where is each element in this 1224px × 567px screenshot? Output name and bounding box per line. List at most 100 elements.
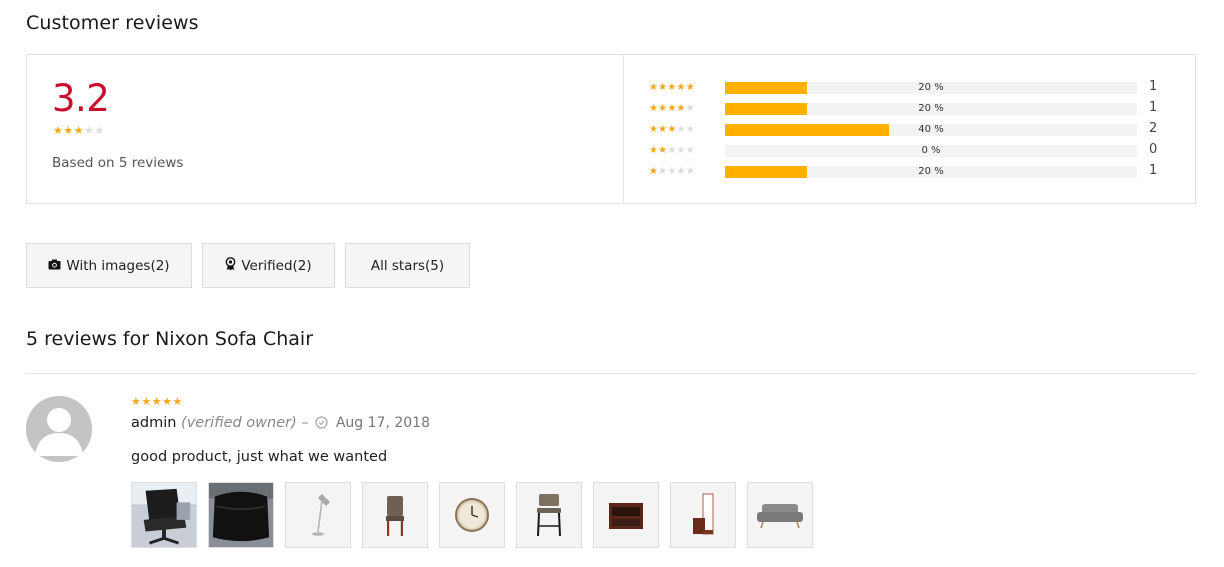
star-filled-icon: ★ <box>141 395 152 408</box>
review-image-thumb[interactable] <box>362 482 428 548</box>
star-empty-icon: ★ <box>667 166 677 177</box>
star-filled-icon: ★ <box>685 82 695 93</box>
rating-percent-label: 20 % <box>918 82 944 93</box>
customer-reviews-title: Customer reviews <box>26 12 199 34</box>
rating-distribution-panel: ★★★★★ 20 % 1 ★★★★★ 20 % 1 ★★★★★ 40 % 2 ★★★★★ 0 % 0 ★… <box>624 55 1195 203</box>
star-empty-icon: ★ <box>676 166 686 177</box>
rating-bar-track: 20 % <box>725 103 1137 115</box>
star-filled-icon: ★ <box>649 103 659 114</box>
filter-with-images-button[interactable]: With images(2) <box>26 243 192 288</box>
rating-count: 1 <box>1149 163 1158 178</box>
review-image-thumb[interactable] <box>285 482 351 548</box>
review-filters: With images(2) Verified(2) All stars(5) <box>26 243 470 288</box>
average-rating-value: 3.2 <box>52 77 110 120</box>
star-filled-icon: ★ <box>667 82 677 93</box>
rating-summary-box: 3.2 ★★★★★ Based on 5 reviews ★★★★★ 20 % 1 ★… <box>26 54 1196 204</box>
star-empty-icon: ★ <box>94 124 105 137</box>
star-filled-icon: ★ <box>649 82 659 93</box>
review-image-thumb[interactable] <box>747 482 813 548</box>
star-filled-icon: ★ <box>676 103 686 114</box>
rating-bar-track: 20 % <box>725 82 1137 94</box>
star-filled-icon: ★ <box>172 395 183 408</box>
star-filled-icon: ★ <box>649 124 659 135</box>
review-image-thumb[interactable] <box>670 482 736 548</box>
review-image-thumb[interactable] <box>131 482 197 548</box>
rating-bar-track: 20 % <box>725 166 1137 178</box>
filter-verified-label: Verified(2) <box>241 257 312 274</box>
star-filled-icon: ★ <box>658 82 668 93</box>
rating-bar-track: 0 % <box>725 145 1137 157</box>
review-image-gallery <box>131 482 813 548</box>
filter-all-stars-label: All stars(5) <box>370 257 445 274</box>
bar-stool-icon <box>537 494 561 537</box>
side-table-icon <box>609 503 643 529</box>
reviews-section-title: 5 reviews for Nixon Sofa Chair <box>26 328 314 350</box>
rating-count: 1 <box>1149 79 1158 94</box>
rating-count: 0 <box>1149 142 1158 157</box>
mirror-shelf-icon <box>693 493 714 535</box>
review-date: Aug 17, 2018 <box>335 415 430 431</box>
star-filled-icon: ★ <box>658 145 668 156</box>
rating-count: 2 <box>1149 121 1158 136</box>
star-filled-icon: ★ <box>649 145 659 156</box>
rating-row-4-stars[interactable]: ★★★★★ 20 % 1 <box>649 100 1169 116</box>
star-empty-icon: ★ <box>84 124 95 137</box>
star-filled-icon: ★ <box>667 103 677 114</box>
star-empty-icon: ★ <box>667 145 677 156</box>
star-empty-icon: ★ <box>685 166 695 177</box>
rating-row-stars: ★★★★★ <box>649 144 695 158</box>
wall-clock-icon <box>455 498 489 532</box>
rating-row-stars: ★★★★★ <box>649 123 695 137</box>
rating-percent-label: 20 % <box>918 103 944 114</box>
rating-count: 1 <box>1149 100 1158 115</box>
star-filled-icon: ★ <box>162 395 173 408</box>
rating-bar-track: 40 % <box>725 124 1137 136</box>
verified-owner-label: (verified owner) <box>181 415 297 431</box>
star-filled-icon: ★ <box>131 395 142 408</box>
star-empty-icon: ★ <box>676 124 686 135</box>
review-image-thumb[interactable] <box>208 482 274 548</box>
review-author: admin <box>131 415 177 431</box>
rating-row-3-stars[interactable]: ★★★★★ 40 % 2 <box>649 121 1169 137</box>
review-image-thumb[interactable] <box>439 482 505 548</box>
floor-lamp-icon <box>312 494 330 536</box>
rating-percent-label: 20 % <box>918 166 944 177</box>
filter-with-images-label: With images(2) <box>66 257 170 274</box>
star-empty-icon: ★ <box>685 124 695 135</box>
review-image-thumb[interactable] <box>516 482 582 548</box>
based-on-reviews-text: Based on 5 reviews <box>52 155 184 171</box>
avatar <box>26 396 92 462</box>
star-filled-icon: ★ <box>658 103 668 114</box>
rating-row-2-stars[interactable]: ★★★★★ 0 % 0 <box>649 142 1169 158</box>
clock-icon <box>315 416 328 433</box>
star-filled-icon: ★ <box>63 124 74 137</box>
star-filled-icon: ★ <box>658 124 668 135</box>
chair-cover-photo <box>209 483 273 547</box>
star-filled-icon: ★ <box>151 395 163 408</box>
office-chair-photo <box>132 483 196 547</box>
rating-row-5-stars[interactable]: ★★★★★ 20 % 1 <box>649 79 1169 95</box>
star-empty-icon: ★ <box>685 145 695 156</box>
camera-icon <box>48 258 61 274</box>
star-filled-icon: ★ <box>649 166 659 177</box>
star-empty-icon: ★ <box>685 103 695 114</box>
verified-badge-icon <box>225 256 236 275</box>
star-filled-icon: ★ <box>676 82 686 93</box>
rating-row-stars: ★★★★★ <box>649 165 695 179</box>
filter-all-stars-button[interactable]: All stars(5) <box>345 243 470 288</box>
rating-row-stars: ★★★★★ <box>649 81 695 95</box>
user-placeholder-icon <box>26 396 92 462</box>
rating-row-1-stars[interactable]: ★★★★★ 20 % 1 <box>649 163 1169 179</box>
review-image-thumb[interactable] <box>593 482 659 548</box>
average-rating-stars: ★★★★★ <box>53 124 105 137</box>
star-empty-icon: ★ <box>658 166 668 177</box>
rating-percent-label: 0 % <box>921 145 941 156</box>
sofa-icon <box>757 504 803 529</box>
review-meta: admin (verified owner) – Aug 17, 2018 <box>131 415 430 433</box>
star-empty-icon: ★ <box>676 145 686 156</box>
review-text: good product, just what we wanted <box>131 449 388 465</box>
review-rating-stars: ★★★★★ <box>131 395 183 408</box>
filter-verified-button[interactable]: Verified(2) <box>202 243 335 288</box>
star-filled-icon: ★ <box>667 124 677 135</box>
average-rating-panel: 3.2 ★★★★★ Based on 5 reviews <box>27 55 624 203</box>
